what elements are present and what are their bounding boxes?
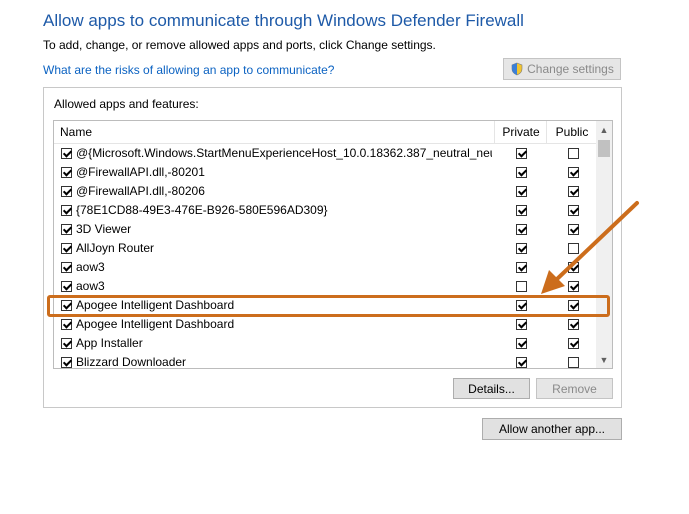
remove-button[interactable]: Remove [536, 378, 613, 399]
row-private-checkbox[interactable] [516, 300, 527, 311]
row-private-checkbox[interactable] [516, 148, 527, 159]
row-app-name: App Installer [76, 336, 143, 350]
row-app-name: Blizzard Downloader [76, 355, 187, 369]
change-settings-button[interactable]: Change settings [503, 58, 621, 80]
table-row[interactable]: Blizzard Downloader [54, 353, 596, 369]
row-public-checkbox[interactable] [568, 338, 579, 349]
allow-another-app-button[interactable]: Allow another app... [482, 418, 622, 440]
row-enabled-checkbox[interactable] [61, 205, 72, 216]
scroll-thumb[interactable] [598, 140, 610, 157]
row-private-checkbox[interactable] [516, 186, 527, 197]
row-app-name: aow3 [76, 279, 105, 293]
row-app-name: @FirewallAPI.dll,-80201 [76, 165, 205, 179]
column-header-public[interactable]: Public [546, 121, 597, 143]
row-app-name: AllJoyn Router [76, 241, 155, 255]
row-enabled-checkbox[interactable] [61, 357, 72, 368]
shield-icon [511, 62, 523, 76]
list-header: Name Private Public [54, 121, 596, 144]
row-app-name: Apogee Intelligent Dashboard [76, 317, 235, 331]
row-enabled-checkbox[interactable] [61, 300, 72, 311]
page-title: Allow apps to communicate through Window… [43, 11, 524, 30]
risks-link[interactable]: What are the risks of allowing an app to… [43, 63, 334, 77]
list-rows: @{Microsoft.Windows.StartMenuExperienceH… [54, 144, 596, 369]
scroll-up-icon[interactable]: ▲ [596, 121, 612, 138]
column-header-name[interactable]: Name [60, 125, 92, 139]
row-private-checkbox[interactable] [516, 338, 527, 349]
row-app-name: @FirewallAPI.dll,-80206 [76, 184, 205, 198]
table-row[interactable]: {78E1CD88-49E3-476E-B926-580E596AD309} [54, 201, 596, 220]
table-row[interactable]: AllJoyn Router [54, 239, 596, 258]
row-private-checkbox[interactable] [516, 224, 527, 235]
row-enabled-checkbox[interactable] [61, 224, 72, 235]
row-app-name: Apogee Intelligent Dashboard [76, 298, 235, 312]
row-public-checkbox[interactable] [568, 243, 579, 254]
row-private-checkbox[interactable] [516, 205, 527, 216]
row-private-checkbox[interactable] [516, 167, 527, 178]
row-enabled-checkbox[interactable] [61, 148, 72, 159]
row-public-checkbox[interactable] [568, 357, 579, 368]
row-enabled-checkbox[interactable] [61, 319, 72, 330]
table-row[interactable]: Apogee Intelligent Dashboard [54, 296, 596, 315]
row-enabled-checkbox[interactable] [61, 262, 72, 273]
row-public-checkbox[interactable] [568, 300, 579, 311]
row-app-name: @{Microsoft.Windows.StartMenuExperienceH… [76, 146, 492, 160]
column-header-private[interactable]: Private [494, 121, 547, 143]
table-row[interactable]: @FirewallAPI.dll,-80201 [54, 163, 596, 182]
allowed-apps-label: Allowed apps and features: [54, 97, 199, 111]
details-button[interactable]: Details... [453, 378, 530, 399]
row-private-checkbox[interactable] [516, 262, 527, 273]
row-private-checkbox[interactable] [516, 357, 527, 368]
change-settings-label: Change settings [527, 62, 614, 76]
row-public-checkbox[interactable] [568, 186, 579, 197]
row-enabled-checkbox[interactable] [61, 281, 72, 292]
table-row[interactable]: @{Microsoft.Windows.StartMenuExperienceH… [54, 144, 596, 163]
row-public-checkbox[interactable] [568, 262, 579, 273]
scroll-down-icon[interactable]: ▼ [596, 351, 612, 368]
row-enabled-checkbox[interactable] [61, 338, 72, 349]
vertical-scrollbar[interactable]: ▲ ▼ [596, 121, 612, 368]
row-public-checkbox[interactable] [568, 148, 579, 159]
row-private-checkbox[interactable] [516, 281, 527, 292]
row-private-checkbox[interactable] [516, 319, 527, 330]
row-app-name: 3D Viewer [76, 222, 132, 236]
allowed-apps-list[interactable]: Name Private Public @{Microsoft.Windows.… [53, 120, 613, 369]
row-enabled-checkbox[interactable] [61, 243, 72, 254]
row-app-name: {78E1CD88-49E3-476E-B926-580E596AD309} [76, 203, 328, 217]
row-enabled-checkbox[interactable] [61, 167, 72, 178]
table-row[interactable]: 3D Viewer [54, 220, 596, 239]
row-public-checkbox[interactable] [568, 281, 579, 292]
table-row[interactable]: aow3 [54, 277, 596, 296]
row-enabled-checkbox[interactable] [61, 186, 72, 197]
table-row[interactable]: App Installer [54, 334, 596, 353]
row-app-name: aow3 [76, 260, 105, 274]
row-public-checkbox[interactable] [568, 319, 579, 330]
row-public-checkbox[interactable] [568, 205, 579, 216]
table-row[interactable]: @FirewallAPI.dll,-80206 [54, 182, 596, 201]
row-public-checkbox[interactable] [568, 167, 579, 178]
table-row[interactable]: Apogee Intelligent Dashboard [54, 315, 596, 334]
row-public-checkbox[interactable] [568, 224, 579, 235]
row-private-checkbox[interactable] [516, 243, 527, 254]
page-subtitle: To add, change, or remove allowed apps a… [43, 38, 436, 52]
table-row[interactable]: aow3 [54, 258, 596, 277]
